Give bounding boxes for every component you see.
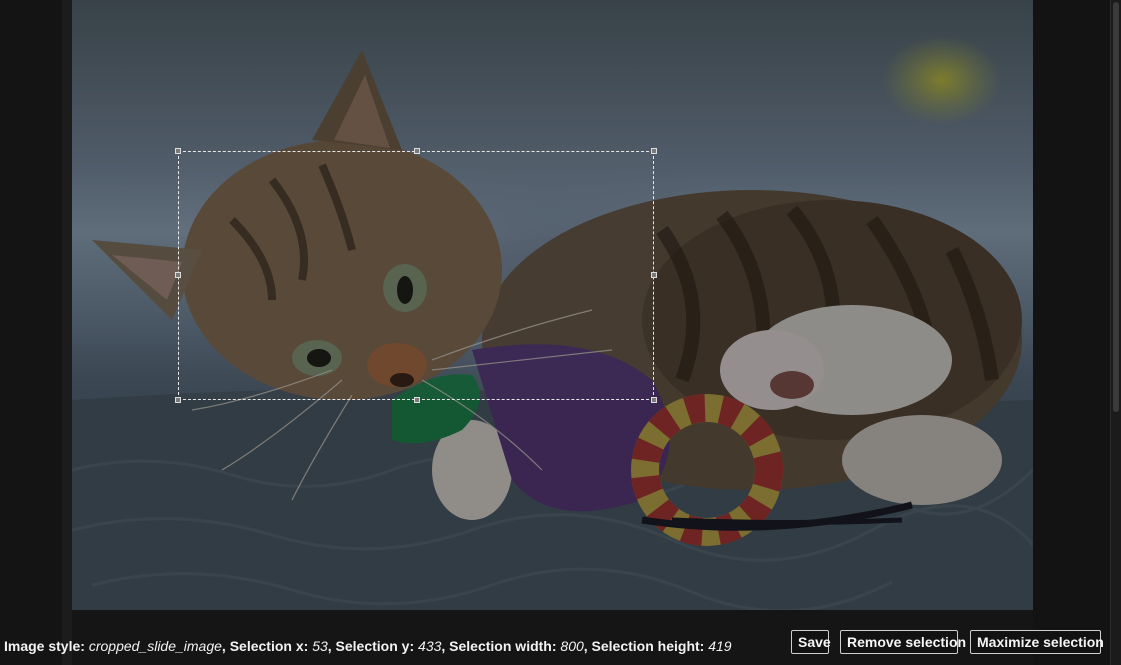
resize-handle-nw[interactable] xyxy=(175,148,181,154)
selection-width-label: Selection width: xyxy=(449,638,557,654)
resize-handle-s[interactable] xyxy=(414,397,420,403)
left-frame-edge xyxy=(62,0,72,665)
crop-image-canvas[interactable] xyxy=(72,0,1033,610)
selection-x-value: 53 xyxy=(312,638,328,654)
resize-handle-se[interactable] xyxy=(651,397,657,403)
selection-info: Image style: cropped_slide_image, Select… xyxy=(4,638,732,654)
resize-handle-sw[interactable] xyxy=(175,397,181,403)
selection-height-value: 419 xyxy=(708,638,732,654)
image-style-value: cropped_slide_image xyxy=(88,638,222,654)
selection-x-label: Selection x: xyxy=(229,638,309,654)
remove-selection-button[interactable]: Remove selection xyxy=(840,630,966,654)
resize-handle-ne[interactable] xyxy=(651,148,657,154)
selection-y-label: Selection y: xyxy=(335,638,415,654)
resize-handle-w[interactable] xyxy=(175,272,181,278)
left-frame xyxy=(0,0,62,665)
selection-width-value: 800 xyxy=(560,638,584,654)
image-style-label: Image style: xyxy=(4,638,85,654)
right-frame xyxy=(1033,0,1113,665)
scrollbar-thumb[interactable] xyxy=(1113,2,1119,412)
crop-toolbar: Image style: cropped_slide_image, Select… xyxy=(0,626,1110,660)
crop-selection-box[interactable] xyxy=(175,148,657,403)
maximize-selection-button[interactable]: Maximize selection xyxy=(970,630,1104,654)
resize-handle-n[interactable] xyxy=(414,148,420,154)
selection-height-label: Selection height: xyxy=(591,638,705,654)
save-button[interactable]: Save xyxy=(791,630,831,654)
selection-y-value: 433 xyxy=(418,638,442,654)
resize-handle-e[interactable] xyxy=(651,272,657,278)
